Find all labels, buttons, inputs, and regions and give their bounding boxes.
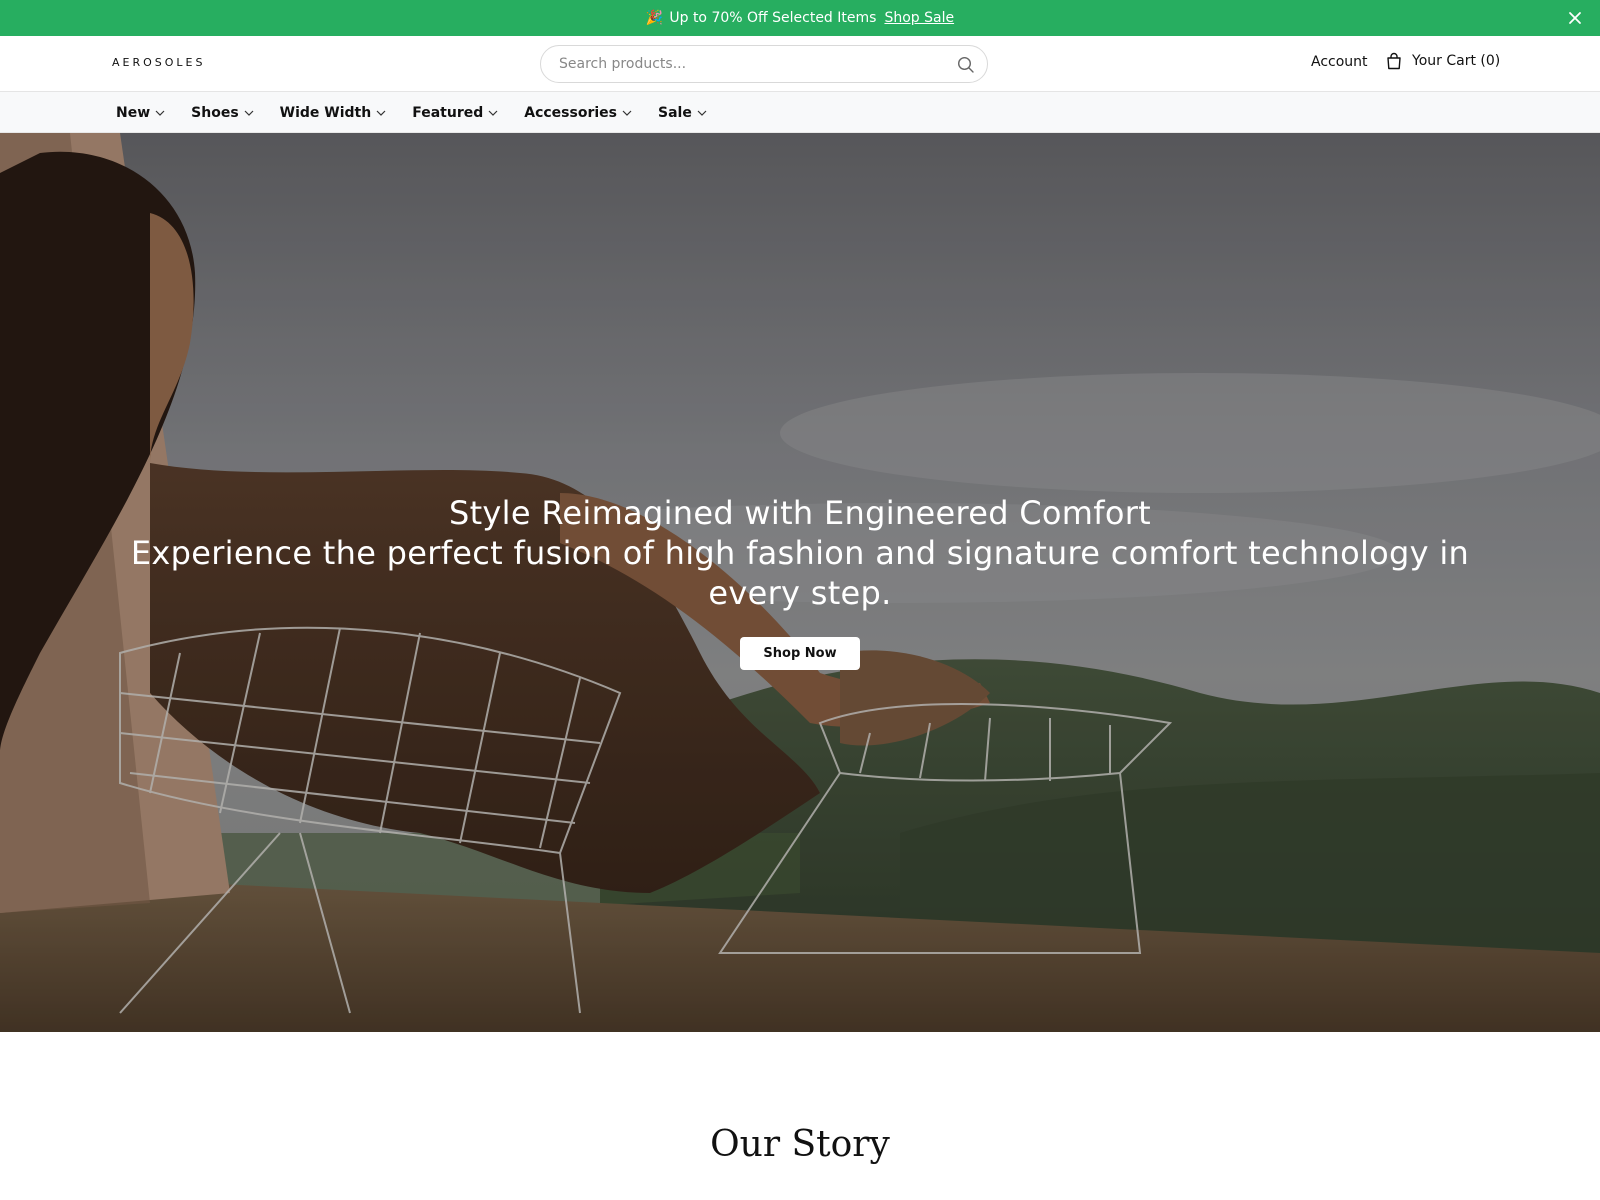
hero-content: Style Reimagined with Engineered Comfort…: [100, 493, 1500, 670]
nav-item-label: Sale: [658, 104, 692, 121]
nav-item-wide-width[interactable]: Wide Width: [280, 105, 387, 121]
nav-item-label: Accessories: [524, 104, 617, 121]
nav-item-label: New: [116, 104, 151, 121]
main-nav: New Shoes Wide Width Featured Accessorie…: [0, 92, 1600, 133]
brand-logo[interactable]: AEROSOLES: [112, 56, 205, 69]
announcement-text: Up to 70% Off Selected Items: [669, 10, 877, 26]
chevron-down-icon: [697, 110, 707, 116]
site-header: AEROSOLES Account Your Cart (0): [0, 36, 1600, 92]
account-link[interactable]: Account: [1311, 54, 1368, 70]
chevron-down-icon: [622, 110, 632, 116]
nav-item-accessories[interactable]: Accessories: [524, 105, 632, 121]
search-input[interactable]: [557, 46, 937, 82]
nav-item-sale[interactable]: Sale: [658, 105, 707, 121]
cart-label: Your Cart (0): [1412, 53, 1501, 69]
nav-item-featured[interactable]: Featured: [412, 105, 498, 121]
hero-title: Style Reimagined with Engineered Comfort: [448, 494, 1152, 532]
nav-item-label: Wide Width: [279, 104, 372, 121]
hero-subtitle: Experience the perfect fusion of high fa…: [130, 534, 1470, 612]
shop-now-button[interactable]: Shop Now: [740, 637, 860, 670]
search-icon[interactable]: [957, 56, 975, 74]
shop-sale-link[interactable]: Shop Sale: [884, 10, 954, 26]
chevron-down-icon: [488, 110, 498, 116]
chevron-down-icon: [244, 110, 254, 116]
party-popper-icon: 🎉: [645, 10, 664, 26]
search-box: [540, 45, 988, 83]
announcement-bar: 🎉 Up to 70% Off Selected Items Shop Sale: [0, 0, 1600, 36]
shopping-bag-icon: [1387, 52, 1401, 70]
our-story-heading: Our Story: [710, 1124, 890, 1165]
close-icon[interactable]: [1566, 9, 1584, 27]
nav-item-label: Shoes: [191, 104, 239, 121]
nav-item-new[interactable]: New: [116, 105, 165, 121]
nav-item-shoes[interactable]: Shoes: [191, 105, 254, 121]
chevron-down-icon: [376, 110, 386, 116]
nav-item-label: Featured: [412, 104, 484, 121]
hero-banner: Style Reimagined with Engineered Comfort…: [0, 133, 1600, 1032]
chevron-down-icon: [155, 110, 165, 116]
cart-button[interactable]: Your Cart (0): [1386, 52, 1500, 70]
